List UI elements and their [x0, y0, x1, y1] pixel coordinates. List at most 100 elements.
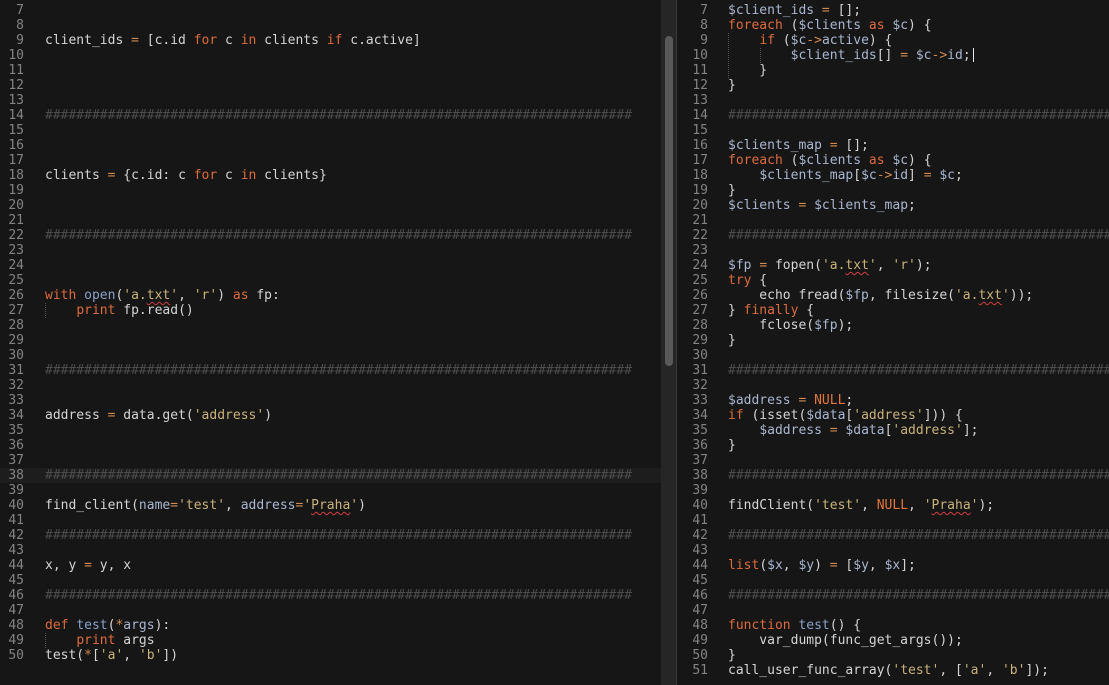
line-number: 11: [8, 63, 24, 78]
code-token: ': [868, 258, 877, 273]
code-token: ,: [861, 498, 877, 513]
code-line[interactable]: ########################################…: [45, 228, 632, 243]
line-number: 12: [692, 78, 708, 93]
code-token: [];: [829, 3, 862, 18]
code-line[interactable]: var_dump(func_get_args());: [728, 633, 963, 648]
python-editor-pane[interactable]: 7 8 9 client_ids = [c.id for c in clients i…: [0, 0, 661, 685]
code-line[interactable]: echo fread($fp, filesize('a.txt'));: [728, 288, 1033, 303]
line-number: 14: [8, 108, 24, 123]
code-line[interactable]: $clients_map = [];: [728, 138, 869, 153]
code-line[interactable]: try {: [728, 273, 767, 288]
code-line[interactable]: ########################################…: [45, 528, 632, 543]
code-line[interactable]: x, y = y, x: [45, 558, 131, 573]
code-line[interactable]: }: [728, 183, 736, 198]
code-line[interactable]: }: [728, 63, 767, 78]
code-line[interactable]: } finally {: [728, 303, 814, 318]
line-number: 36: [692, 438, 708, 453]
code-token: ########################################…: [45, 528, 632, 543]
code-token: client_ids: [45, 33, 132, 48]
code-line[interactable]: ########################################…: [728, 468, 1109, 483]
code-line[interactable]: call_user_func_array('test', ['a', 'b'])…: [728, 663, 1049, 678]
code-line[interactable]: def test(*args):: [45, 618, 170, 633]
code-token: (: [782, 153, 799, 168]
line-number: 49: [692, 633, 708, 648]
code-token: 'r': [193, 288, 218, 303]
code-line[interactable]: $address = $data['address'];: [728, 423, 978, 438]
code-token: as: [868, 153, 885, 168]
code-line[interactable]: $client_ids[] = $c->id;: [728, 48, 971, 63]
line-number: 40: [692, 498, 708, 513]
code-token: $address: [728, 393, 791, 408]
code-line[interactable]: fclose($fp);: [728, 318, 853, 333]
indent-guide: [45, 633, 47, 648]
code-line[interactable]: test(*['a', 'b']): [45, 648, 178, 663]
code-line[interactable]: $address = NULL;: [728, 393, 853, 408]
code-line[interactable]: ########################################…: [728, 228, 1109, 243]
code-token: ): [814, 558, 830, 573]
code-line[interactable]: clients = {c.id: c for c in clients}: [45, 168, 327, 183]
code-token: data.get(: [115, 408, 194, 423]
code-token: (: [774, 33, 791, 48]
code-line[interactable]: ########################################…: [728, 108, 1109, 123]
code-token: =: [84, 558, 92, 573]
code-line[interactable]: ########################################…: [728, 588, 1109, 603]
code-line[interactable]: list($x, $y) = [$y, $x];: [728, 558, 916, 573]
line-number: 19: [692, 183, 708, 198]
line-number: 39: [692, 483, 708, 498]
code-token: finally: [743, 303, 799, 318]
code-line[interactable]: ########################################…: [728, 528, 1109, 543]
code-line[interactable]: with open('a.txt', 'r') as fp:: [45, 288, 280, 303]
code-line[interactable]: if (isset($data['address'])) {: [728, 408, 963, 423]
code-token: =: [170, 498, 179, 513]
code-line[interactable]: }: [728, 438, 736, 453]
left-scrollbar[interactable]: [661, 0, 677, 685]
code-token: ########################################…: [45, 108, 632, 123]
code-line[interactable]: }: [728, 333, 736, 348]
code-line[interactable]: address = data.get('address'): [45, 408, 272, 423]
code-line[interactable]: ########################################…: [45, 468, 632, 483]
code-line[interactable]: ########################################…: [45, 108, 632, 123]
code-line[interactable]: }: [728, 648, 736, 663]
line-number: 45: [8, 573, 24, 588]
code-line[interactable]: foreach ($clients as $c) {: [728, 18, 932, 33]
code-line[interactable]: ########################################…: [45, 363, 632, 378]
line-number: 43: [692, 543, 708, 558]
code-line[interactable]: $fp = fopen('a.txt', 'r');: [728, 258, 932, 273]
line-number: 35: [8, 423, 24, 438]
code-token: }: [728, 78, 736, 93]
code-line[interactable]: print fp.read(): [45, 303, 193, 318]
line-number: 44: [692, 558, 708, 573]
code-line[interactable]: print args: [45, 633, 155, 648]
code-token: ;: [845, 393, 854, 408]
code-token: find_client(: [45, 498, 139, 513]
line-number: 22: [692, 228, 708, 243]
code-line[interactable]: client_ids = [c.id for c in clients if c…: [45, 33, 421, 48]
code-token: $fp: [728, 258, 752, 273]
code-token: ########################################…: [728, 468, 1109, 483]
code-line[interactable]: ########################################…: [728, 363, 1109, 378]
code-token: findClient(: [728, 498, 815, 513]
code-line[interactable]: find_client(name='test', address='Praha'…: [45, 498, 366, 513]
line-number: 27: [8, 303, 24, 318]
code-line[interactable]: ########################################…: [45, 588, 632, 603]
code-token: ];: [900, 558, 916, 573]
code-line[interactable]: $client_ids = [];: [728, 3, 861, 18]
code-token: $data: [845, 423, 885, 438]
line-number: 15: [692, 123, 708, 138]
code-line[interactable]: findClient('test', NULL, 'Praha');: [728, 498, 994, 513]
code-token: $c: [915, 48, 932, 63]
code-line[interactable]: $clients_map[$c->id] = $c;: [728, 168, 963, 183]
code-token: $x: [884, 558, 901, 573]
code-line[interactable]: foreach ($clients as $c) {: [728, 153, 932, 168]
code-token: {: [798, 303, 815, 318]
code-line[interactable]: if ($c->active) {: [728, 33, 892, 48]
code-line[interactable]: }: [728, 78, 736, 93]
code-line[interactable]: $clients = $clients_map;: [728, 198, 916, 213]
code-token: args: [115, 633, 155, 648]
line-number: 43: [8, 543, 24, 558]
code-line[interactable]: function test() {: [728, 618, 861, 633]
left-scroll-thumb[interactable]: [665, 36, 673, 366]
code-token: txt: [978, 288, 1002, 303]
php-editor-pane[interactable]: 7 $client_ids = []; 8 foreach ($clients as …: [677, 0, 1109, 685]
code-token: for: [193, 33, 218, 48]
